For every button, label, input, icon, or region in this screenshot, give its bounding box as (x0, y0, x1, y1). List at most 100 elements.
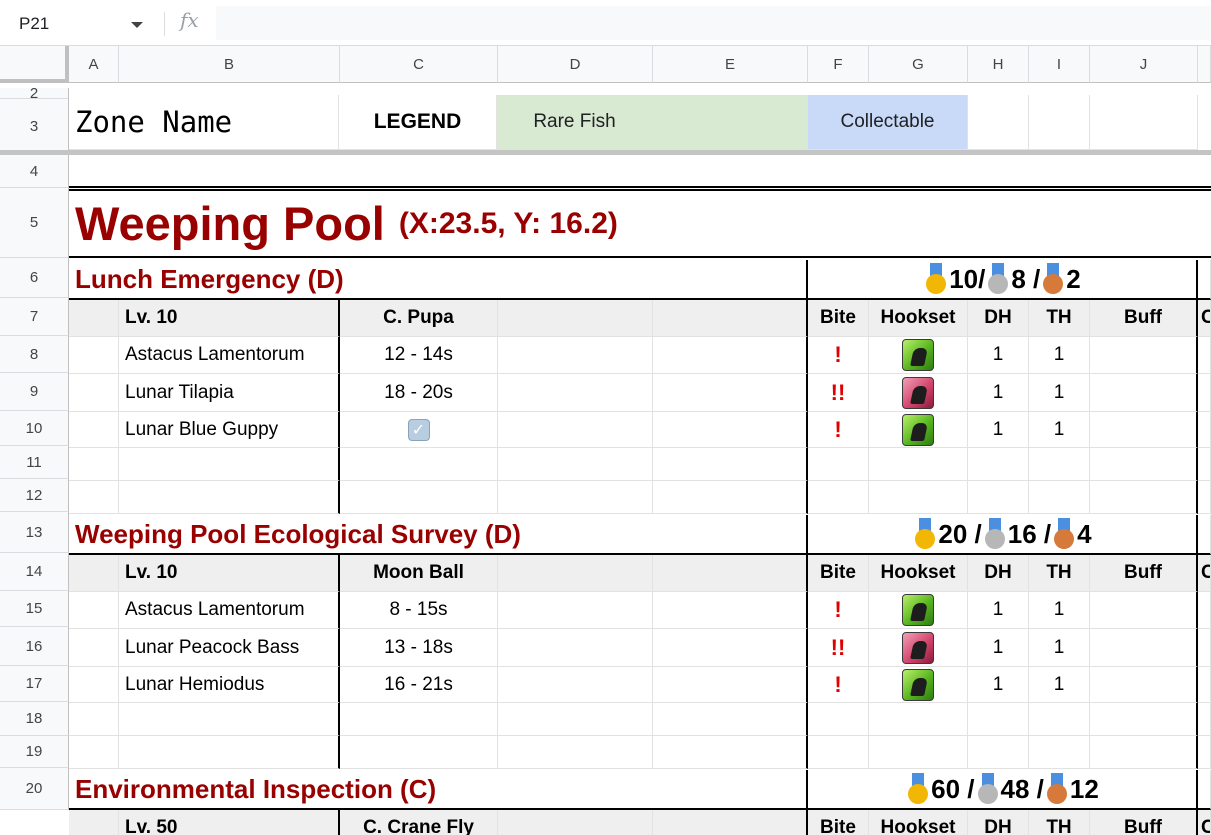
column-header-g[interactable]: G (869, 46, 968, 83)
cell[interactable] (69, 448, 119, 481)
cell[interactable] (653, 412, 808, 448)
bite-header[interactable]: Bite (808, 300, 869, 337)
cell[interactable] (1198, 629, 1211, 667)
medal-targets[interactable]: 20 / 16 / 4 (808, 515, 1198, 555)
cell[interactable] (498, 703, 653, 736)
bite-indicator[interactable]: ! (808, 667, 869, 703)
level-header[interactable]: Lv. 50 (119, 810, 340, 835)
hookset-cell[interactable] (869, 412, 968, 448)
legend-label[interactable]: LEGEND (339, 95, 497, 150)
cell[interactable] (69, 337, 119, 374)
cell[interactable] (653, 555, 808, 592)
th-value[interactable]: 1 (1029, 667, 1090, 703)
hookset-cell[interactable] (869, 592, 968, 629)
cell[interactable] (1090, 667, 1198, 703)
cell[interactable] (653, 667, 808, 703)
column-header-j[interactable]: J (1090, 46, 1198, 83)
cell[interactable] (498, 555, 653, 592)
column-header-k[interactable] (1198, 46, 1211, 83)
hookset-header[interactable]: Hookset (869, 300, 968, 337)
bite-header[interactable]: Bite (808, 810, 869, 835)
row-header-17[interactable]: 17 (0, 666, 69, 702)
dh-value[interactable]: 1 (968, 667, 1029, 703)
th-header[interactable]: TH (1029, 300, 1090, 337)
fish-name[interactable]: Astacus Lamentorum (119, 592, 340, 629)
cell[interactable] (1198, 592, 1211, 629)
cell[interactable] (498, 736, 653, 769)
cell[interactable] (119, 481, 340, 514)
cell[interactable] (1029, 448, 1090, 481)
dh-value[interactable]: 1 (968, 337, 1029, 374)
cell[interactable] (1090, 592, 1198, 629)
cell[interactable] (869, 736, 968, 769)
row-header-16[interactable]: 16 (0, 627, 69, 666)
cell[interactable] (1198, 448, 1211, 481)
cell[interactable] (498, 337, 653, 374)
cell[interactable] (653, 736, 808, 769)
fish-window[interactable]: 12 - 14s (340, 337, 498, 374)
cell[interactable] (1198, 260, 1211, 300)
cell[interactable] (1090, 481, 1198, 514)
bait-header[interactable]: C. Crane Fly (340, 810, 498, 835)
fish-window[interactable]: 13 - 18s (340, 629, 498, 667)
dh-header[interactable]: DH (968, 300, 1029, 337)
dh-value[interactable]: 1 (968, 592, 1029, 629)
cell[interactable] (1090, 337, 1198, 374)
cell[interactable] (340, 481, 498, 514)
cell[interactable] (498, 810, 653, 835)
cell[interactable] (1029, 95, 1090, 150)
row-header-18[interactable]: 18 (0, 702, 69, 736)
cell[interactable] (808, 448, 869, 481)
hookset-cell[interactable] (869, 337, 968, 374)
cell[interactable] (968, 736, 1029, 769)
cell[interactable]: C (1198, 810, 1211, 835)
cell[interactable] (1029, 481, 1090, 514)
cell[interactable] (1198, 337, 1211, 374)
column-header-e[interactable]: E (653, 46, 808, 83)
section-title[interactable]: Environmental Inspection (C) (69, 770, 808, 810)
cell[interactable] (653, 703, 808, 736)
fish-name[interactable]: Lunar Blue Guppy (119, 412, 340, 448)
spacer-row[interactable] (69, 155, 1211, 188)
cell[interactable] (968, 448, 1029, 481)
th-value[interactable]: 1 (1029, 412, 1090, 448)
level-header[interactable]: Lv. 10 (119, 555, 340, 592)
medal-targets[interactable]: 10/ 8 / 2 (808, 260, 1198, 300)
th-header[interactable]: TH (1029, 810, 1090, 835)
medal-targets[interactable]: 60 / 48 / 12 (808, 770, 1198, 810)
buff-header[interactable]: Buff (1090, 300, 1198, 337)
cell[interactable] (808, 481, 869, 514)
cell[interactable] (869, 703, 968, 736)
legend-rare-fish-fill[interactable] (652, 95, 808, 150)
row-header-7[interactable]: 7 (0, 298, 69, 336)
column-header-a[interactable]: A (69, 46, 119, 83)
column-header-i[interactable]: I (1029, 46, 1090, 83)
buff-header[interactable]: Buff (1090, 810, 1198, 835)
column-header-c[interactable]: C (340, 46, 498, 83)
column-header-f[interactable]: F (808, 46, 869, 83)
section-title[interactable]: Weeping Pool Ecological Survey (D) (69, 515, 808, 555)
cell[interactable] (340, 703, 498, 736)
cell[interactable] (69, 555, 119, 592)
hookset-header[interactable]: Hookset (869, 555, 968, 592)
cell[interactable] (1198, 770, 1211, 810)
cell[interactable] (119, 736, 340, 769)
legend-rare-fish[interactable]: Rare Fish (497, 95, 652, 150)
cell[interactable] (968, 481, 1029, 514)
cell[interactable] (69, 374, 119, 412)
cell[interactable] (1198, 667, 1211, 703)
cell[interactable] (1090, 629, 1198, 667)
cell[interactable] (69, 629, 119, 667)
dh-header[interactable]: DH (968, 810, 1029, 835)
cell[interactable]: C (1198, 300, 1211, 337)
row-header-2[interactable]: 2 (0, 85, 69, 102)
name-box[interactable]: P21 (0, 6, 160, 40)
chevron-down-icon[interactable] (131, 22, 143, 28)
formula-input[interactable] (216, 6, 1211, 40)
column-header-h[interactable]: H (968, 46, 1029, 83)
dh-value[interactable]: 1 (968, 374, 1029, 412)
cell[interactable] (968, 703, 1029, 736)
cell[interactable] (869, 481, 968, 514)
hookset-header[interactable]: Hookset (869, 810, 968, 835)
row-header-19[interactable]: 19 (0, 736, 69, 768)
